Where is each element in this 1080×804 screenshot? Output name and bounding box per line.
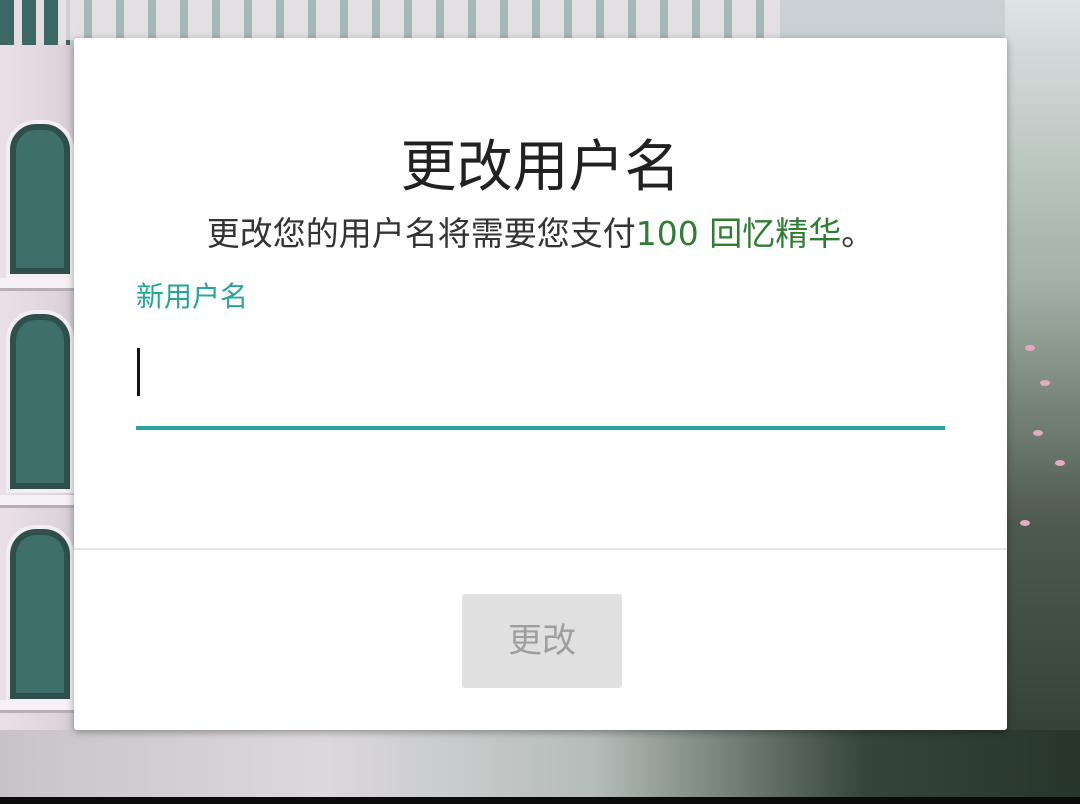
background-facade <box>60 0 780 40</box>
screen-edge <box>0 797 1080 804</box>
description-suffix: 。 <box>841 214 875 253</box>
blossom-petal <box>1033 430 1043 436</box>
input-underline <box>136 426 945 430</box>
blossom-petal <box>1040 380 1050 386</box>
background-building <box>0 0 80 804</box>
building-ledge <box>0 495 80 508</box>
new-username-field[interactable] <box>136 338 945 430</box>
building-window <box>6 310 74 493</box>
dialog-divider <box>74 548 1007 550</box>
dialog-title: 更改用户名 <box>400 135 681 200</box>
building-ledge <box>0 700 80 713</box>
description-text: 更改您的用户名将需要您支付 <box>206 214 636 253</box>
new-username-label: 新用户名 <box>136 280 249 313</box>
blossom-petal <box>1025 345 1035 351</box>
cost-amount: 100 回忆精华 <box>635 214 842 253</box>
background-trees <box>1005 0 1080 804</box>
building-window <box>6 120 74 278</box>
blossom-petal <box>1020 520 1030 526</box>
new-username-input[interactable] <box>136 338 945 426</box>
background-street <box>0 730 1080 804</box>
dialog-description: 更改您的用户名将需要您支付100 回忆精华。 <box>74 214 1007 254</box>
blossom-petal <box>1055 460 1065 466</box>
text-cursor <box>137 348 140 396</box>
building-window <box>6 525 74 703</box>
change-username-dialog: 更改用户名 更改您的用户名将需要您支付100 回忆精华。 新用户名 更改 <box>74 38 1007 730</box>
change-button[interactable]: 更改 <box>462 594 622 688</box>
building-ledge <box>0 278 80 291</box>
